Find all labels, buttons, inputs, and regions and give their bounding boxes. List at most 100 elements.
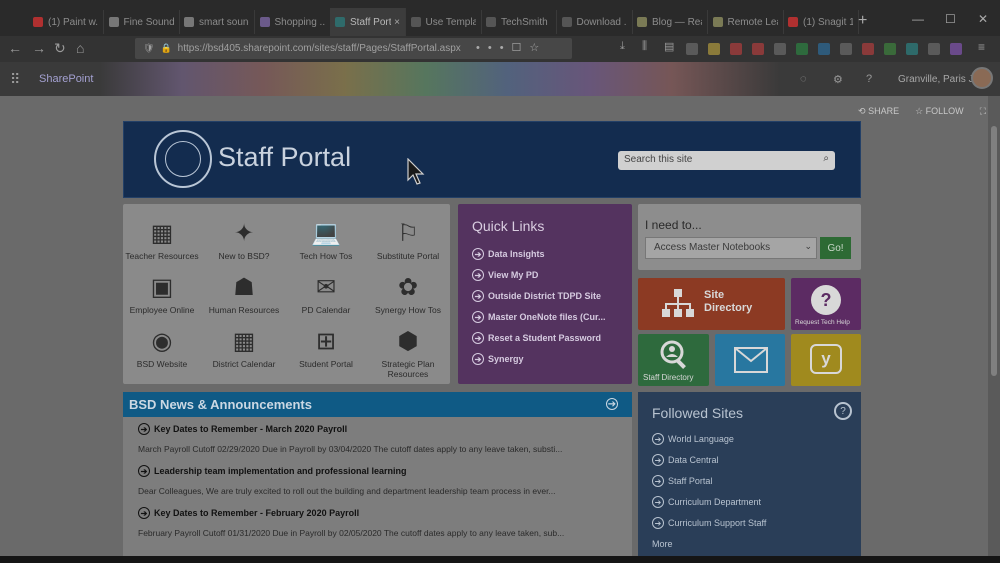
browser-tab[interactable]: (1) Snagit 1...: [783, 10, 859, 34]
extension-icon[interactable]: [818, 43, 830, 55]
site-directory-tile[interactable]: Site Directory: [638, 278, 785, 330]
grid-item[interactable]: ▣ Employee Online: [121, 272, 203, 328]
arrow-circle-icon: ➔: [472, 269, 484, 281]
extension-icon[interactable]: [840, 43, 852, 55]
browser-tab[interactable]: Use Templat...: [406, 10, 482, 34]
extension-icon[interactable]: [796, 43, 808, 55]
browser-tab[interactable]: TechSmith ...: [481, 10, 557, 34]
back-icon[interactable]: ←: [8, 40, 22, 56]
extension-icon[interactable]: [928, 43, 940, 55]
go-button[interactable]: Go!: [820, 237, 851, 259]
followed-site-link[interactable]: ➔ World Language: [652, 433, 734, 445]
extension-icon[interactable]: [730, 43, 742, 55]
reload-icon[interactable]: ↻: [54, 40, 66, 57]
new-tab-button[interactable]: +: [858, 12, 867, 30]
quick-link[interactable]: ➔ Master OneNote files (Cur...: [472, 311, 606, 323]
extension-icon[interactable]: [708, 43, 720, 55]
notifications-icon[interactable]: ◌: [800, 73, 807, 85]
i-need-to-select[interactable]: Access Master Notebooks ⌄: [645, 237, 817, 259]
browser-tab[interactable]: Download ...: [557, 10, 633, 34]
browser-tab[interactable]: Staff Port...×: [330, 8, 406, 36]
extension-icon[interactable]: [950, 43, 962, 55]
quick-link[interactable]: ➔ Synergy: [472, 353, 524, 365]
download-icon[interactable]: ⤓: [620, 40, 625, 53]
substitute-icon: ⚐: [397, 219, 419, 247]
mail-tile[interactable]: [715, 334, 785, 386]
grid-item[interactable]: ✉ PD Calendar: [285, 272, 367, 328]
site-search-input[interactable]: Search this site ⌕: [618, 151, 835, 170]
grid-item[interactable]: ▦ Teacher Resources: [121, 218, 203, 274]
arrow-circle-icon[interactable]: ➔: [606, 398, 618, 410]
library-icon[interactable]: ⫼: [642, 40, 647, 53]
followed-more-link[interactable]: More: [652, 539, 673, 549]
grid-item[interactable]: ⚐ Substitute Portal: [367, 218, 449, 274]
focus-mode-icon[interactable]: ⛶: [980, 106, 986, 117]
browser-tab[interactable]: (1) Paint w...: [28, 10, 104, 34]
menu-icon[interactable]: ≡: [978, 40, 985, 54]
extension-icon[interactable]: [752, 43, 764, 55]
news-item-title[interactable]: ➔ Key Dates to Remember - February 2020 P…: [138, 507, 359, 519]
browser-tab[interactable]: Shopping ...: [255, 10, 331, 34]
page-scrollbar[interactable]: [988, 96, 1000, 556]
news-item-title[interactable]: ➔ Leadership team implementation and prof…: [138, 465, 407, 477]
window-close-icon[interactable]: ✕: [978, 12, 988, 26]
district-seal-logo[interactable]: [154, 130, 212, 188]
browser-tab[interactable]: Fine Sound...: [104, 10, 180, 34]
search-icon[interactable]: ⌕: [823, 153, 829, 164]
tech-help-tile[interactable]: ? Request Tech Help: [791, 278, 861, 330]
tab-label: (1) Snagit 1...: [803, 16, 853, 28]
scrollbar-thumb[interactable]: [991, 126, 997, 376]
settings-gear-icon[interactable]: ⚙: [833, 73, 843, 86]
browser-tab[interactable]: Remote Lea...: [708, 10, 784, 34]
extension-icon[interactable]: [774, 43, 786, 55]
grid-item[interactable]: ▦ District Calendar: [203, 326, 285, 382]
followed-site-link[interactable]: ➔ Curriculum Support Staff: [652, 517, 766, 529]
browser-tab[interactable]: Blog — Rea...: [632, 10, 708, 34]
help-icon[interactable]: ?: [866, 73, 872, 85]
share-button[interactable]: ⟲ SHARE: [858, 106, 899, 117]
hexagon-icon: ⬢: [397, 327, 419, 355]
extension-icon[interactable]: [884, 43, 896, 55]
yammer-tile[interactable]: y: [791, 334, 861, 386]
avatar[interactable]: [971, 67, 993, 89]
extension-icon[interactable]: [862, 43, 874, 55]
app-launcher-icon[interactable]: ⠿: [10, 71, 20, 88]
grid-item[interactable]: ⬢ Strategic Plan Resources: [367, 326, 449, 382]
grid-item[interactable]: ⊞ Student Portal: [285, 326, 367, 382]
grid-item[interactable]: ☗ Human Resources: [203, 272, 285, 328]
help-icon[interactable]: ?: [834, 402, 852, 420]
followed-site-link[interactable]: ➔ Curriculum Department: [652, 496, 761, 508]
news-item-summary: February Payroll Cutoff 01/31/2020 Due i…: [138, 528, 565, 538]
mouse-cursor-icon: [407, 158, 425, 185]
quick-link[interactable]: ➔ Outside District TDPD Site: [472, 290, 601, 302]
browser-tab[interactable]: smart sound: [179, 10, 255, 34]
quick-link[interactable]: ➔ Reset a Student Password: [472, 332, 601, 344]
grid-item[interactable]: ◉ BSD Website: [121, 326, 203, 382]
followed-site-link[interactable]: ➔ Data Central: [652, 454, 719, 466]
sidebar-icon[interactable]: ▤: [664, 40, 674, 53]
tab-close-icon[interactable]: ×: [394, 17, 400, 28]
forward-icon[interactable]: →: [32, 40, 46, 56]
quick-link-label: Outside District TDPD Site: [488, 291, 602, 301]
news-item-title[interactable]: ➔ Key Dates to Remember - March 2020 Payr…: [138, 423, 347, 435]
extension-icon[interactable]: [906, 43, 918, 55]
arrow-circle-icon: ➔: [652, 454, 664, 466]
staff-directory-tile[interactable]: Staff Directory: [638, 334, 709, 386]
page-actions-icon[interactable]: •••☐☆: [476, 41, 547, 54]
followed-site-label: Data Central: [668, 455, 719, 465]
grid-item[interactable]: ✦ New to BSD?: [203, 218, 285, 274]
sharepoint-brand[interactable]: SharePoint: [39, 73, 93, 85]
grid-item[interactable]: 💻 Tech How Tos: [285, 218, 367, 274]
grid-item[interactable]: ✿ Synergy How Tos: [367, 272, 449, 328]
maximize-icon[interactable]: ☐: [945, 12, 956, 26]
minimize-icon[interactable]: —: [912, 12, 924, 26]
quick-link[interactable]: ➔ Data Insights: [472, 248, 545, 260]
grid-item-label: Substitute Portal: [376, 251, 440, 261]
account-icon[interactable]: [686, 43, 698, 55]
home-icon[interactable]: ⌂: [76, 40, 84, 56]
arrow-circle-icon: ➔: [138, 465, 150, 477]
user-name[interactable]: Granville, Paris J: [898, 74, 974, 85]
quick-link[interactable]: ➔ View My PD: [472, 269, 538, 281]
followed-site-link[interactable]: ➔ Staff Portal: [652, 475, 712, 487]
follow-button[interactable]: ☆ FOLLOW: [915, 106, 964, 117]
